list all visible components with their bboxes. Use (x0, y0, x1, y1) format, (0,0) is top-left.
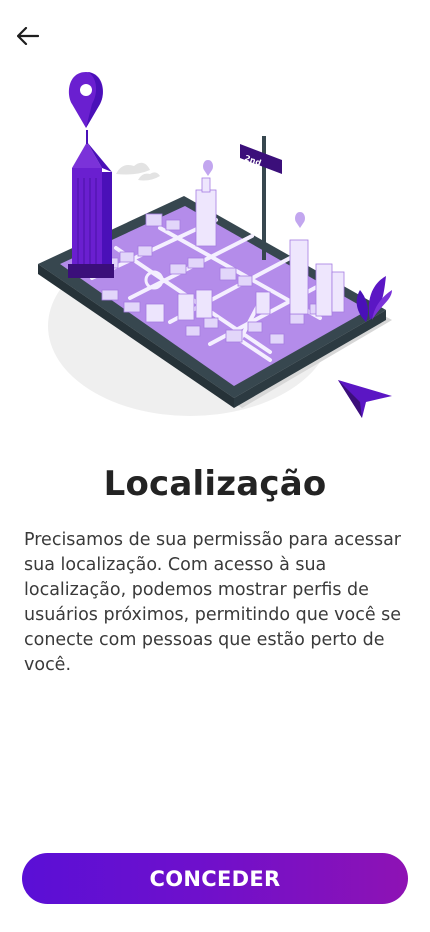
skyscraper (68, 130, 114, 278)
cloud-icon (116, 162, 160, 181)
back-button[interactable] (12, 22, 44, 50)
cursor-arrow-icon (338, 380, 392, 418)
arrow-left-icon (17, 27, 39, 45)
city-map-illustration: 2nd (38, 72, 392, 418)
plant-leaves (356, 276, 392, 322)
grant-permission-button[interactable]: CONCEDER (22, 853, 408, 904)
page-title: Localização (103, 464, 327, 504)
location-pin-icon (68, 72, 104, 128)
permission-description: Precisamos de sua permissão para acessar… (24, 530, 402, 675)
